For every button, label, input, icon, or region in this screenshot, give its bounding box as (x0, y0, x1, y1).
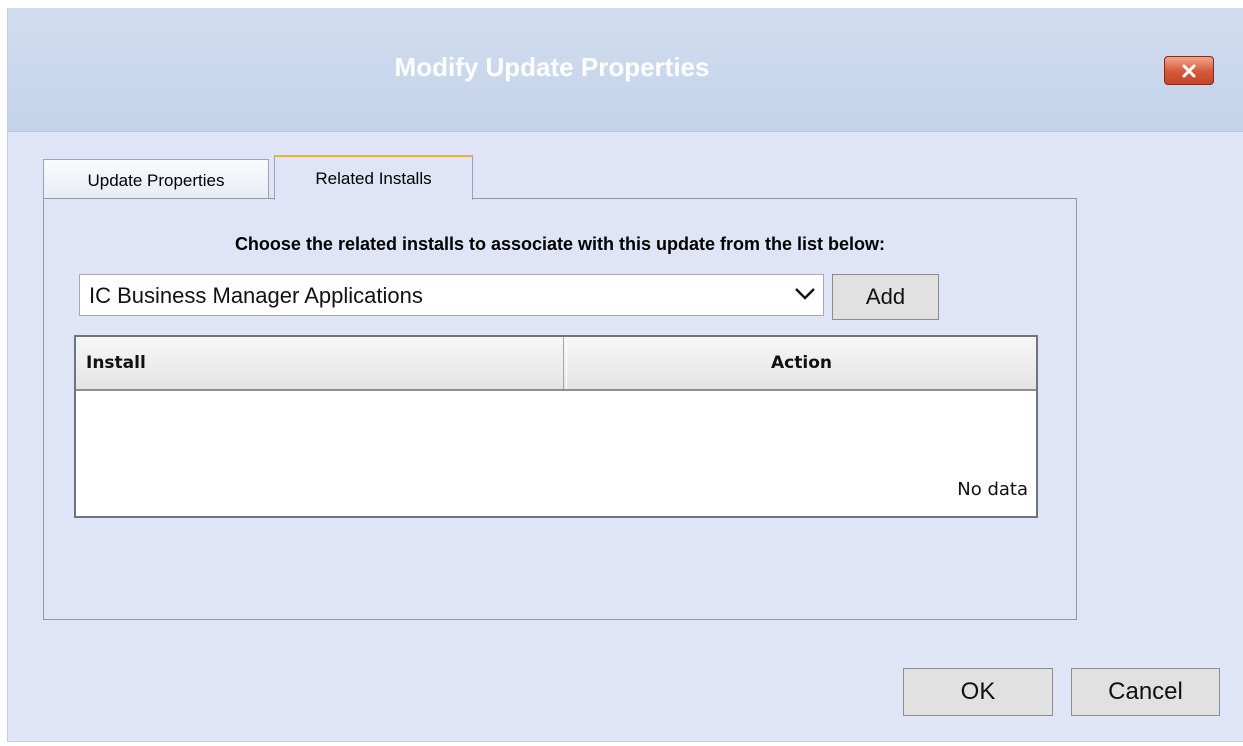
chevron-down-icon (795, 288, 815, 300)
related-installs-panel: Choose the related installs to associate… (43, 198, 1077, 620)
install-select-value: IC Business Manager Applications (89, 283, 423, 308)
dialog-titlebar: Modify Update Properties (8, 8, 1243, 132)
column-header-action[interactable]: Action (566, 337, 1036, 389)
cancel-button[interactable]: Cancel (1071, 668, 1220, 716)
instructions-text: Choose the related installs to associate… (234, 234, 886, 254)
dialog-title: Modify Update Properties (394, 52, 710, 82)
close-button[interactable] (1164, 56, 1214, 85)
table-header: Install Action (76, 337, 1036, 391)
tab-related-installs[interactable]: Related Installs (274, 155, 473, 200)
related-installs-table: Install Action No data (74, 335, 1038, 518)
modify-update-properties-dialog: Modify Update Properties Update Properti… (7, 8, 1243, 742)
tab-update-properties[interactable]: Update Properties (43, 159, 269, 199)
ok-button[interactable]: OK (903, 668, 1053, 716)
close-icon (1182, 64, 1196, 77)
column-header-install[interactable]: Install (76, 337, 564, 389)
install-select[interactable]: IC Business Manager Applications (79, 274, 824, 316)
empty-table-message: No data (957, 479, 1028, 500)
add-button[interactable]: Add (832, 274, 939, 320)
